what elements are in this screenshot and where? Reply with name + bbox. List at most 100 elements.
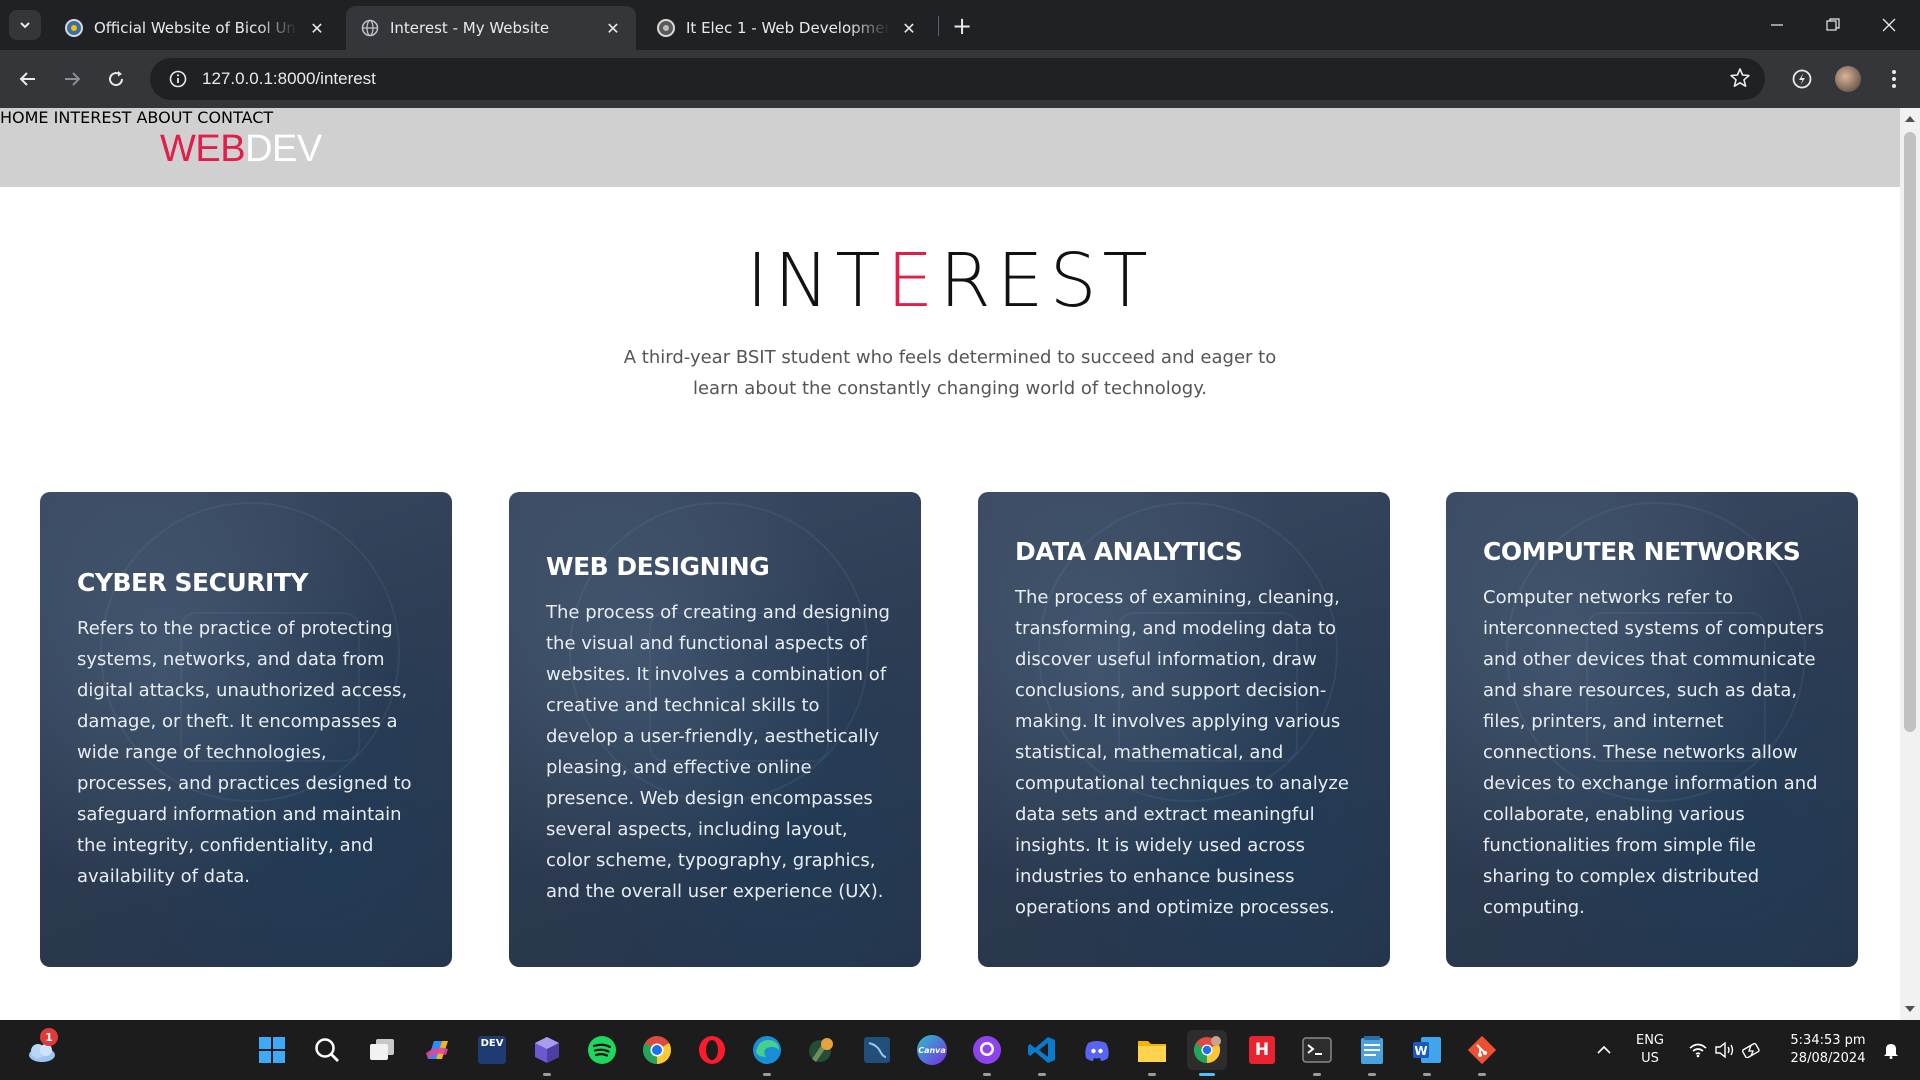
avatar [1835,66,1861,92]
github-icon[interactable] [967,1030,1007,1076]
address-bar[interactable]: 127.0.0.1:8000/interest [150,58,1765,100]
discord-icon[interactable] [1077,1030,1117,1070]
input-language[interactable]: ENG US [1630,1032,1670,1068]
card-title: COMPUTER NETWORKS [1483,536,1801,566]
nav-link-contact[interactable]: CONTACT [197,108,273,127]
extension-icon [1792,69,1812,89]
browser-tab[interactable]: It Elec 1 - Web Development: Lab ✕ [642,6,932,50]
edge-icon[interactable] [747,1030,787,1076]
start-icon[interactable] [252,1030,292,1070]
close-window-button[interactable] [1866,0,1912,50]
page-title: INTEREST [0,238,1900,324]
bookmark-star-icon[interactable] [1729,67,1751,93]
nav-link-home[interactable]: HOME [0,108,49,127]
battery-icon [1742,1042,1760,1058]
svg-text:W: W [1414,1044,1427,1058]
profile-button[interactable] [1832,63,1864,95]
card-text: The process of examining, cleaning, tran… [1015,586,1349,918]
url-text: 127.0.0.1:8000/interest [202,69,376,88]
scrollbar-thumb[interactable] [1904,132,1916,732]
card-title: WEB DESIGNING [546,552,770,581]
opera-icon[interactable] [692,1030,732,1070]
terminal-icon[interactable] [1297,1030,1337,1076]
new-tab-button[interactable]: + [948,12,976,40]
search-icon[interactable] [307,1030,347,1070]
nav-link-about[interactable]: ABOUT [136,108,192,127]
browser-tab[interactable]: Official Website of Bicol University ✕ [50,6,340,50]
title-part: REST [939,238,1154,324]
forward-button[interactable] [56,63,88,95]
heidisql-icon[interactable]: H [1242,1030,1282,1070]
back-button[interactable] [12,63,44,95]
file-explorer-icon[interactable] [1132,1030,1172,1076]
title-part: INT [746,238,887,324]
reload-button[interactable] [100,63,132,95]
devhome-icon[interactable]: DEV [472,1030,512,1070]
word-icon[interactable]: W [1407,1030,1447,1076]
site-info-icon[interactable] [158,70,198,88]
mysql-workbench-icon[interactable] [857,1030,897,1070]
restore-button[interactable] [1810,0,1856,50]
notifications-bell-icon[interactable] [1876,1030,1906,1070]
task-view-icon[interactable] [362,1030,402,1070]
card-text: Refers to the practice of protecting sys… [77,617,412,887]
arrow-right-icon [65,72,81,86]
browser-tab-active[interactable]: Interest - My Website ✕ [346,6,636,50]
restore-icon [1826,18,1840,31]
extensions-button[interactable] [1786,63,1818,95]
interest-card-data-analytics: DATA ANALYTICS The process of examining,… [978,492,1390,967]
browser-tab-strip: Official Website of Bicol University ✕ I… [0,0,1920,50]
scroll-down-icon[interactable] [1905,1006,1915,1012]
interest-card-computer-networks: COMPUTER NETWORKS Computer networks refe… [1446,492,1858,967]
copilot-icon[interactable] [417,1030,457,1070]
clock-time: 5:34:53 pm [1790,1033,1866,1048]
weather-widget[interactable]: 1 [22,1028,62,1070]
clock-date: 28/08/2024 [1790,1051,1866,1066]
android-studio-icon[interactable] [802,1030,842,1070]
tab-search-button[interactable] [9,10,41,40]
interest-card-cyber-security: CYBER SECURITY Refers to the practice of… [40,492,452,967]
globe-icon [360,18,380,38]
taskbar: 1 DEV Canva H W ENG US 5:34:53 pm 28/08/… [0,1020,1920,1080]
interest-card-web-designing: WEB DESIGNING The process of creating an… [509,492,921,967]
logo-web: WEB [160,128,246,170]
close-icon[interactable]: ✕ [602,17,624,39]
site-logo[interactable]: WEBDEV [160,128,322,171]
close-icon[interactable]: ✕ [898,17,920,39]
site-navbar: WEBDEV HOME INTEREST ABOUT CONTACT [0,108,1900,187]
card-title: DATA ANALYTICS [1015,536,1243,566]
title-accent-letter: E [886,238,940,324]
system-tray-status[interactable] [1680,1030,1770,1070]
page-viewport: WEBDEV HOME INTEREST ABOUT CONTACT INTER… [0,108,1920,1020]
spotify-icon[interactable] [582,1030,622,1070]
scroll-up-icon[interactable] [1905,116,1915,122]
bicol-seal-icon [656,18,676,38]
close-icon[interactable]: ✕ [306,17,328,39]
wifi-icon [1689,1043,1707,1058]
vscode-icon[interactable] [1022,1030,1062,1076]
clock[interactable]: 5:34:53 pm 28/08/2024 [1780,1032,1876,1068]
canva-icon[interactable]: Canva [912,1030,952,1070]
more-vertical-icon [1892,70,1896,88]
browser-menu-button[interactable] [1878,63,1910,95]
chrome-icon[interactable] [637,1030,677,1070]
chrome-profile-icon[interactable] [1187,1030,1227,1076]
volume-icon [1715,1042,1734,1058]
tab-title: It Elec 1 - Web Development: Lab [686,19,890,37]
page-subtitle: A third-year BSIT student who feels dete… [623,347,1277,399]
chevron-up-icon[interactable] [1584,1030,1624,1070]
minimize-icon [1771,24,1783,26]
minimize-button[interactable] [1754,0,1800,50]
card-title: CYBER SECURITY [77,567,308,597]
card-text: The process of creating and designing th… [546,602,890,902]
reload-icon [109,71,124,87]
page-scrollbar[interactable] [1900,108,1920,1020]
region-code: US [1641,1051,1659,1066]
notification-badge: 1 [40,1028,58,1046]
git-icon[interactable] [1462,1030,1502,1076]
arrow-left-icon [19,72,35,86]
notepad-icon[interactable] [1352,1030,1392,1076]
nav-link-interest[interactable]: INTEREST [54,108,132,127]
3d-box-icon[interactable] [527,1030,567,1076]
tab-separator [938,16,939,36]
